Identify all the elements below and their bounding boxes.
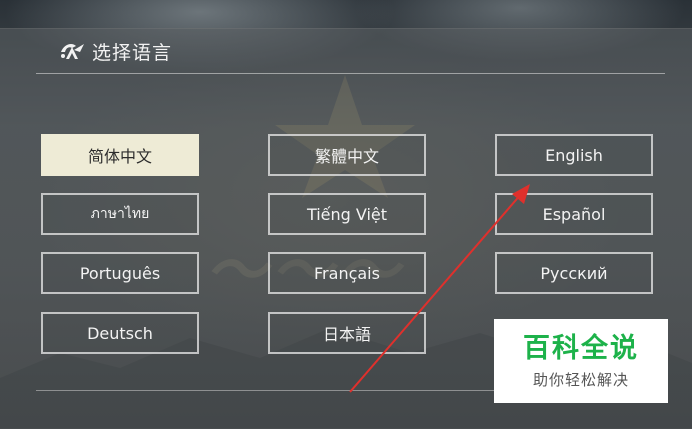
badge-title: 百科全说 xyxy=(523,332,639,364)
language-label: Português xyxy=(79,263,161,283)
language-label: Русский xyxy=(540,263,608,283)
language-label: Español xyxy=(542,204,606,224)
dialog-title: 选择语言 xyxy=(92,41,173,64)
language-label: 简体中文 xyxy=(87,147,152,166)
dialog-header: 选择语言 xyxy=(58,38,172,64)
language-label: 繁體中文 xyxy=(314,147,379,166)
language-label: ภาษาไทย xyxy=(90,206,150,222)
language-option-es[interactable]: Español xyxy=(495,193,653,235)
language-option-en[interactable]: English xyxy=(495,134,653,176)
language-label: 日本語 xyxy=(322,325,371,344)
language-option-pt[interactable]: Português xyxy=(41,252,199,294)
language-option-ru[interactable]: Русский xyxy=(495,252,653,294)
language-option-zh-hans[interactable]: 简体中文 xyxy=(41,134,199,176)
language-option-vi[interactable]: Tiếng Việt xyxy=(268,193,426,235)
header-divider xyxy=(36,73,665,74)
language-option-zh-hant[interactable]: 繁體中文 xyxy=(268,134,426,176)
language-label: Tiếng Việt xyxy=(306,204,388,224)
language-label: Deutsch xyxy=(87,323,153,343)
language-option-de[interactable]: Deutsch xyxy=(41,312,199,354)
badge-subtitle: 助你轻松解决 xyxy=(532,370,629,389)
language-option-ja[interactable]: 日本語 xyxy=(268,312,426,354)
baike-watermark-badge: 百科全说 助你轻松解决 xyxy=(494,319,668,403)
language-label: Français xyxy=(314,263,380,283)
game-logo-icon xyxy=(61,44,84,59)
language-option-th[interactable]: ภาษาไทย xyxy=(41,193,199,235)
language-option-fr[interactable]: Français xyxy=(268,252,426,294)
language-label: English xyxy=(545,145,603,165)
